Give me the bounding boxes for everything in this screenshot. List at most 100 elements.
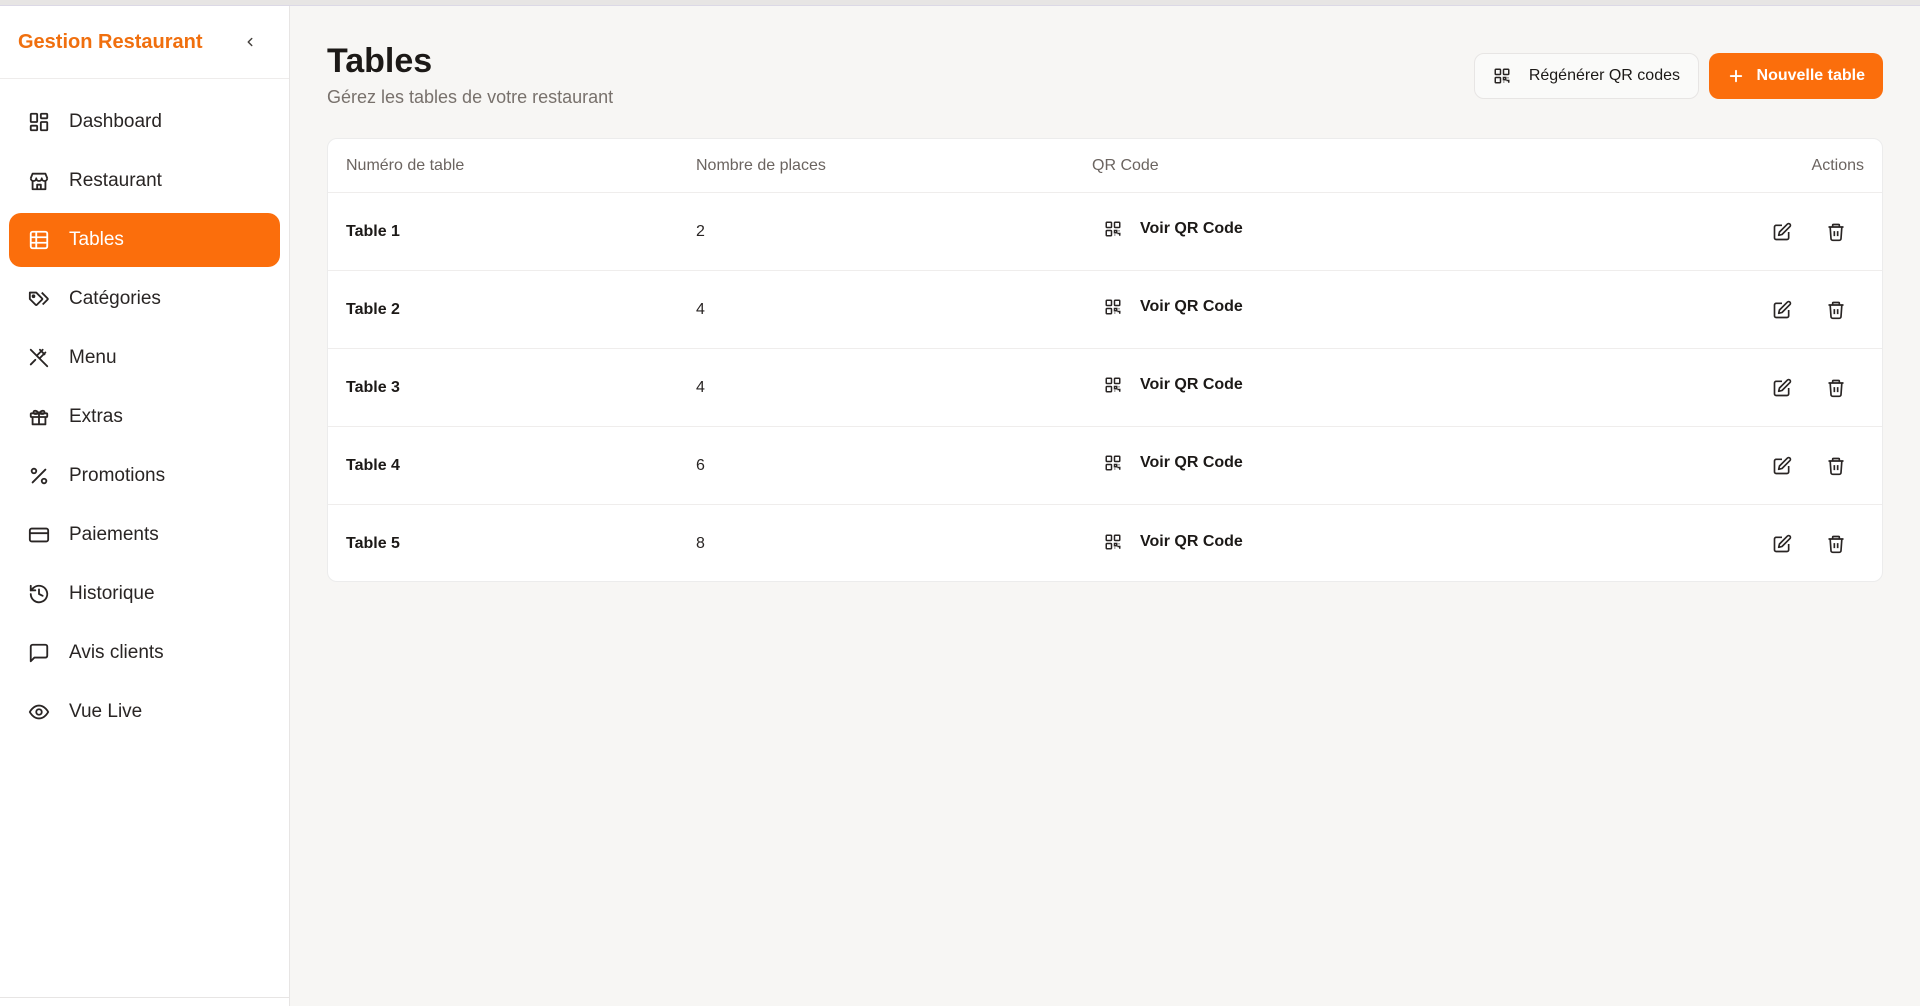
- table-name: Table 5: [346, 535, 400, 552]
- column-header-qr: QR Code: [1092, 156, 1159, 174]
- view-qr-button[interactable]: Voir QR Code: [1092, 533, 1243, 551]
- table-seats: 4: [696, 378, 705, 396]
- sidebar-item-avis-clients[interactable]: Avis clients: [9, 626, 280, 680]
- qr-cell: Voir QR Code: [1092, 533, 1592, 556]
- sidebar-item-label: Menu: [69, 347, 117, 368]
- delete-icon[interactable]: [1824, 454, 1848, 478]
- table-row: Table 4 6 Voir QR Code: [328, 427, 1882, 505]
- page-header: Tables Gérez les tables de votre restaur…: [327, 42, 613, 108]
- sidebar-item-label: Restaurant: [69, 170, 162, 191]
- row-actions: [1770, 454, 1864, 478]
- table-seats: 6: [696, 456, 705, 474]
- main-content: Tables Gérez les tables de votre restaur…: [290, 6, 1920, 1006]
- sidebar-item-label: Dashboard: [69, 111, 162, 132]
- qr-cell: Voir QR Code: [1092, 454, 1592, 477]
- qr-code-icon: [1105, 299, 1121, 315]
- sidebar-item-menu[interactable]: Menu: [9, 331, 280, 385]
- sidebar-item-label: Historique: [69, 583, 155, 604]
- table-name: Table 3: [346, 378, 400, 396]
- regenerate-qr-button[interactable]: Régénérer QR codes: [1473, 53, 1699, 99]
- view-qr-label: Voir QR Code: [1140, 298, 1243, 315]
- sidebar-nav: Dashboard Restaurant Tables Catégories M…: [0, 79, 289, 739]
- qr-code-icon: [1105, 377, 1121, 393]
- sidebar-item-historique[interactable]: Historique: [9, 567, 280, 621]
- chevron-left-icon: [247, 37, 253, 47]
- column-header-number: Numéro de table: [346, 156, 465, 174]
- view-qr-button[interactable]: Voir QR Code: [1092, 454, 1243, 472]
- actions-cell: [1592, 532, 1882, 556]
- sidebar-item-label: Avis clients: [69, 642, 164, 663]
- utensils-icon: [27, 346, 51, 370]
- credit-card-icon: [27, 523, 51, 547]
- actions-cell: [1592, 454, 1882, 478]
- row-actions: [1770, 220, 1864, 244]
- sidebar-item-label: Tables: [69, 229, 124, 250]
- qr-code-icon: [1494, 68, 1510, 84]
- edit-icon[interactable]: [1770, 454, 1794, 478]
- table-row: Table 2 4 Voir QR Code: [328, 271, 1882, 349]
- row-actions: [1770, 532, 1864, 556]
- dashboard-icon: [27, 110, 51, 134]
- table-row: Table 3 4 Voir QR Code: [328, 349, 1882, 427]
- sidebar: Gestion Restaurant Dashboard Restaurant …: [0, 6, 290, 1006]
- collapse-sidebar-button[interactable]: [239, 31, 261, 53]
- sidebar-item-label: Promotions: [69, 465, 166, 486]
- sidebar-item-tables[interactable]: Tables: [9, 213, 280, 267]
- qr-code-icon: [1105, 221, 1121, 237]
- page-actions: Régénérer QR codes Nouvelle table: [1473, 53, 1883, 99]
- view-qr-label: Voir QR Code: [1140, 454, 1243, 471]
- percent-icon: [27, 464, 51, 488]
- row-actions: [1770, 376, 1864, 400]
- history-icon: [27, 582, 51, 606]
- actions-cell: [1592, 298, 1882, 322]
- delete-icon[interactable]: [1824, 376, 1848, 400]
- column-header-actions: Actions: [1592, 157, 1882, 175]
- qr-code-icon: [1105, 534, 1121, 549]
- sidebar-item-restaurant[interactable]: Restaurant: [9, 154, 280, 208]
- tables-card: Numéro de table Nombre de places QR Code…: [327, 138, 1883, 582]
- view-qr-button[interactable]: Voir QR Code: [1092, 298, 1243, 316]
- sidebar-item-label: Paiements: [69, 524, 159, 545]
- edit-icon[interactable]: [1770, 532, 1794, 556]
- column-header-seats: Nombre de places: [696, 156, 826, 174]
- view-qr-label: Voir QR Code: [1140, 532, 1243, 550]
- actions-cell: [1592, 220, 1882, 244]
- sidebar-item-dashboard[interactable]: Dashboard: [9, 95, 280, 149]
- page-title: Tables: [327, 42, 433, 80]
- sidebar-item-label: Vue Live: [69, 701, 143, 722]
- view-qr-button[interactable]: Voir QR Code: [1092, 376, 1243, 394]
- sidebar-footer: [0, 997, 290, 1006]
- sidebar-item-extras[interactable]: Extras: [9, 390, 280, 444]
- delete-icon[interactable]: [1824, 532, 1848, 556]
- store-icon: [27, 169, 51, 193]
- qr-cell: Voir QR Code: [1092, 298, 1592, 321]
- delete-icon[interactable]: [1824, 298, 1848, 322]
- message-icon: [27, 641, 51, 665]
- edit-icon[interactable]: [1770, 298, 1794, 322]
- sidebar-item-paiements[interactable]: Paiements: [9, 508, 280, 562]
- row-actions: [1770, 298, 1864, 322]
- view-qr-label: Voir QR Code: [1140, 376, 1243, 393]
- qr-code-icon: [1105, 455, 1121, 471]
- sidebar-item-vue-live[interactable]: Vue Live: [9, 685, 280, 739]
- edit-icon[interactable]: [1770, 220, 1794, 244]
- new-table-button[interactable]: Nouvelle table: [1709, 53, 1883, 99]
- table-name: Table 1: [346, 222, 400, 240]
- qr-cell: Voir QR Code: [1092, 220, 1592, 243]
- delete-icon[interactable]: [1824, 220, 1848, 244]
- sidebar-item-categories[interactable]: Catégories: [9, 272, 280, 326]
- view-qr-button[interactable]: Voir QR Code: [1092, 220, 1243, 238]
- sidebar-item-label: Extras: [69, 406, 123, 427]
- table-seats: 2: [696, 222, 705, 240]
- edit-icon[interactable]: [1770, 376, 1794, 400]
- sidebar-item-label: Catégories: [69, 288, 161, 309]
- page-subtitle: Gérez les tables de votre restaurant: [327, 87, 614, 107]
- eye-icon: [27, 700, 51, 724]
- table-name: Table 4: [346, 456, 400, 474]
- app-title: Gestion Restaurant: [18, 30, 203, 53]
- qr-cell: Voir QR Code: [1092, 376, 1592, 399]
- table-seats: 8: [696, 535, 705, 552]
- table-name: Table 2: [346, 300, 400, 318]
- gift-icon: [27, 405, 51, 429]
- sidebar-item-promotions[interactable]: Promotions: [9, 449, 280, 503]
